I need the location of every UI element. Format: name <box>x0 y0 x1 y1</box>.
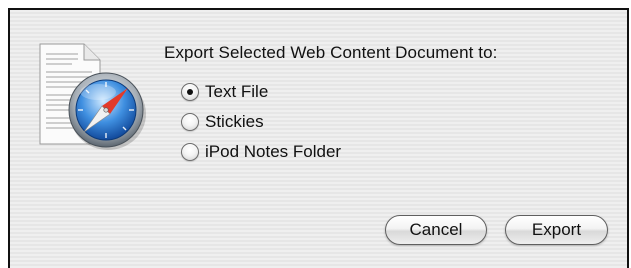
cancel-button[interactable]: Cancel <box>385 215 487 245</box>
export-dialog: Export Selected Web Content Document to:… <box>8 8 629 268</box>
radio-option-text-file[interactable]: Text File <box>181 77 341 107</box>
radio-button-selected[interactable] <box>181 83 199 101</box>
export-prompt: Export Selected Web Content Document to: <box>164 43 498 62</box>
radio-option-ipod-notes-folder[interactable]: iPod Notes Folder <box>181 137 341 167</box>
safari-document-icon <box>39 43 146 150</box>
radio-label-ipod-notes-folder[interactable]: iPod Notes Folder <box>205 142 341 162</box>
radio-label-text-file[interactable]: Text File <box>205 82 268 102</box>
radio-dot <box>187 89 193 95</box>
compass-icon <box>68 72 146 150</box>
export-destination-radio-group: Text File Stickies iPod Notes Folder <box>181 77 341 167</box>
export-button[interactable]: Export <box>505 215 608 245</box>
radio-button[interactable] <box>181 143 199 161</box>
radio-option-stickies[interactable]: Stickies <box>181 107 341 137</box>
radio-button[interactable] <box>181 113 199 131</box>
radio-label-stickies[interactable]: Stickies <box>205 112 264 132</box>
